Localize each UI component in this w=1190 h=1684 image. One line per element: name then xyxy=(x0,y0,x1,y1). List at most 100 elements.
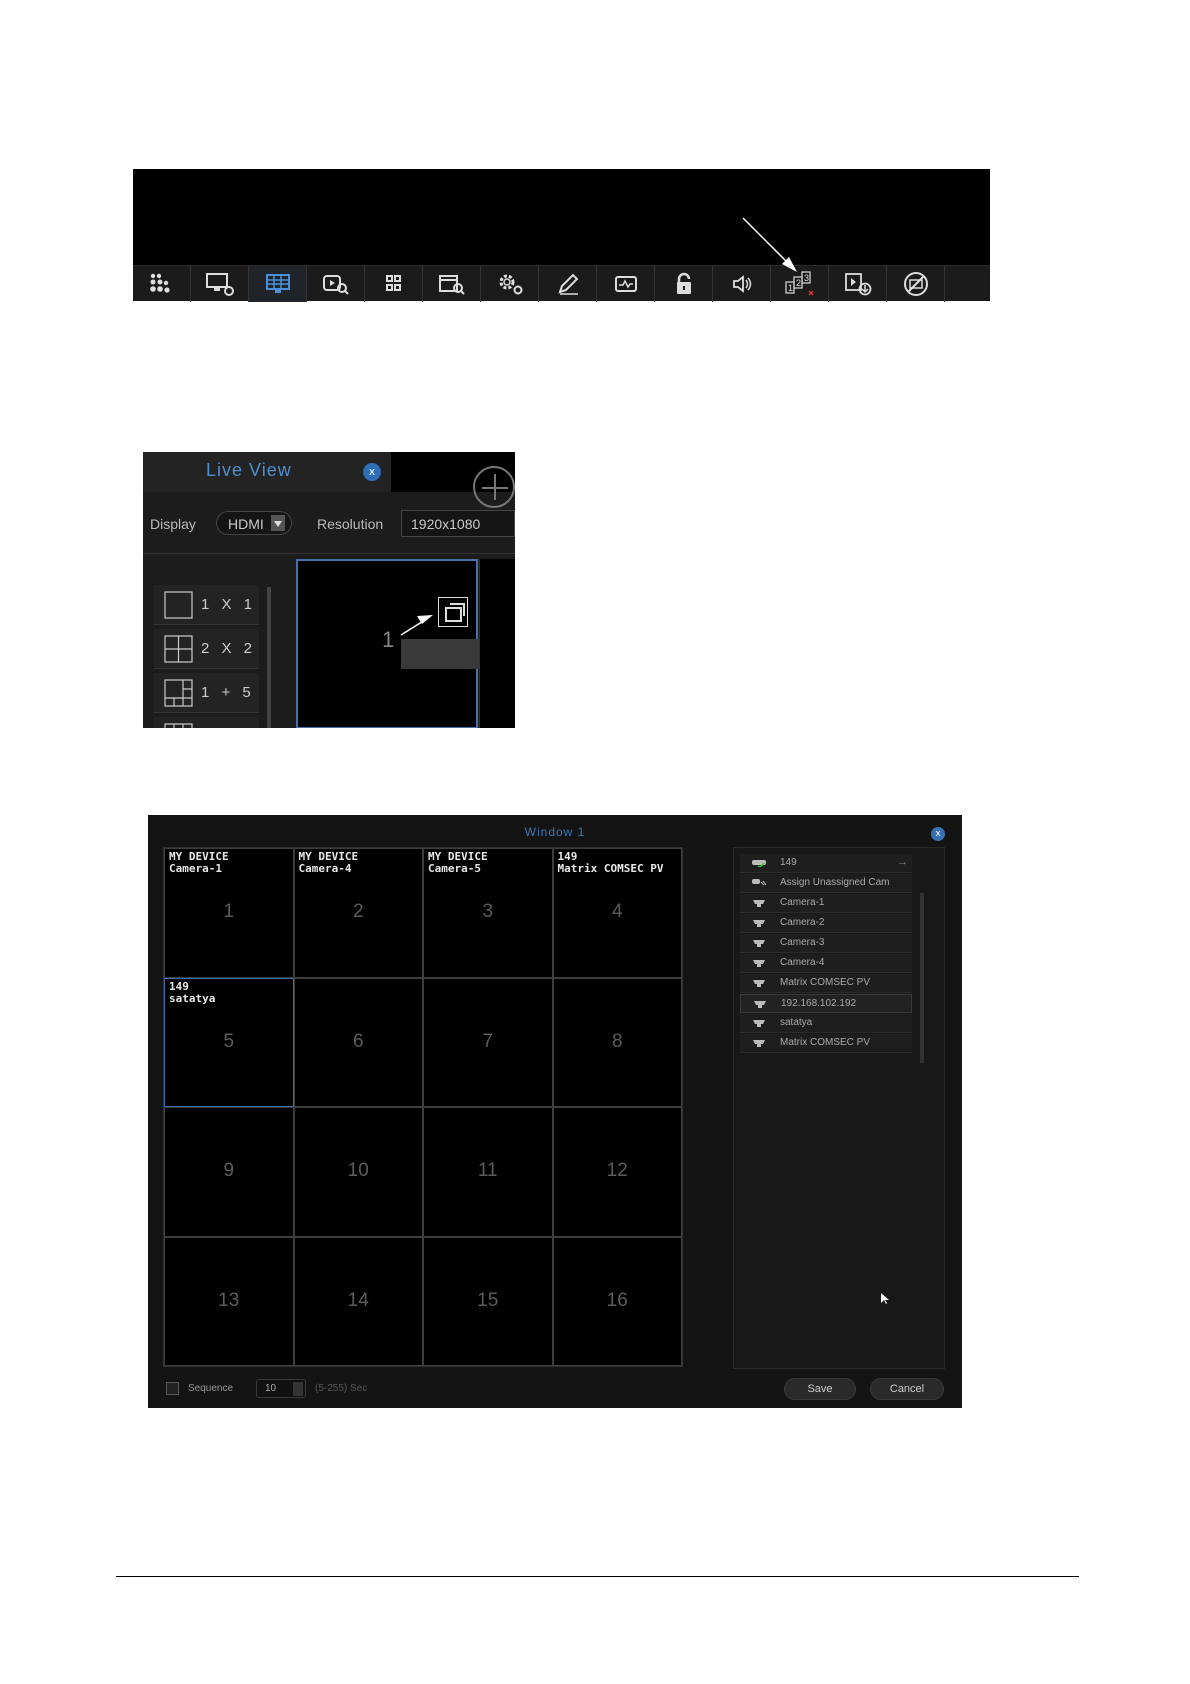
cell-number: 3 xyxy=(482,901,494,922)
resolution-label: Resolution xyxy=(317,516,384,532)
layout-scrollbar[interactable] xyxy=(267,587,271,728)
window-cell[interactable]: MY DEVICE Camera-5 3 xyxy=(423,848,553,978)
toolbar-playback-search[interactable] xyxy=(307,266,365,302)
sequence-range: (5-255) Sec xyxy=(315,1383,368,1394)
layout-more-icon xyxy=(164,723,193,728)
cell-number: 16 xyxy=(606,1289,628,1311)
camera-list-scrollbar[interactable] xyxy=(920,893,924,1063)
arrow-right-icon[interactable]: → xyxy=(897,856,908,868)
camera-list-item[interactable]: Matrix COMSEC PV xyxy=(740,974,912,993)
layout-label: 1 X 1 xyxy=(201,596,257,613)
window-footer: Sequence 10 (5-255) Sec Save Cancel xyxy=(148,1378,962,1400)
toolbar-lock[interactable] xyxy=(655,266,713,302)
sequence-interval-stepper[interactable]: 10 xyxy=(256,1379,306,1398)
window-cell[interactable]: MY DEVICE Camera-4 2 xyxy=(293,848,423,978)
add-icon[interactable] xyxy=(473,466,515,508)
resolution-field[interactable]: 1920x1080 xyxy=(401,510,515,537)
layout-more[interactable] xyxy=(154,717,259,728)
save-button[interactable]: Save xyxy=(784,1378,856,1400)
cell-number: 15 xyxy=(477,1289,499,1311)
close-icon[interactable]: x xyxy=(363,463,381,481)
main-toolbar: 123 xyxy=(133,265,990,302)
camera-icon xyxy=(753,900,765,907)
display-label: Display xyxy=(150,516,196,532)
window-cell[interactable]: 16 xyxy=(552,1236,682,1366)
live-tile-1[interactable]: 1 xyxy=(296,559,507,728)
window-cell[interactable]: 9 xyxy=(164,1107,294,1237)
sequence-label: Sequence xyxy=(188,1383,234,1394)
footer-rule xyxy=(116,1576,1079,1577)
toolbar-screenshot: 123 xyxy=(133,169,990,302)
assign-label: Assign Unassigned Cam xyxy=(780,877,890,888)
window-cell[interactable]: 7 xyxy=(423,977,553,1107)
camera-icon xyxy=(753,1040,765,1047)
camera-name: Camera-2 xyxy=(780,917,825,928)
window-cell[interactable]: 11 xyxy=(423,1107,553,1237)
tile-number: 1 xyxy=(382,627,395,652)
svg-text:2: 2 xyxy=(796,278,801,288)
window-cell[interactable]: 8 xyxy=(552,977,682,1107)
display-select[interactable]: HDMI xyxy=(216,511,292,535)
window-cell[interactable]: 6 xyxy=(293,977,423,1107)
camera-name: Camera-3 xyxy=(780,937,825,948)
live-view-screenshot: Live View x Display HDMI Resolution 1920… xyxy=(143,452,515,728)
layout-2x2[interactable]: 2 X 2 xyxy=(154,629,259,669)
matrix-logo-icon xyxy=(149,273,170,293)
cell-camera-name: Camera-4 xyxy=(298,862,352,875)
window-assign-icon[interactable] xyxy=(438,597,468,627)
toolbar-sequence[interactable]: 123 xyxy=(771,266,829,302)
camera-list-item[interactable]: Camera-1 xyxy=(740,894,912,913)
toolbar-edit[interactable] xyxy=(539,266,597,302)
camera-list-item[interactable]: 192.168.102.192 xyxy=(740,994,912,1013)
window-cell[interactable]: 12 xyxy=(552,1107,682,1237)
toolbar-logo[interactable] xyxy=(133,266,191,302)
window-cell[interactable]: 13 xyxy=(164,1236,294,1366)
toolbar-backup[interactable] xyxy=(829,266,887,302)
camera-list-item[interactable]: Camera-3 xyxy=(740,934,912,953)
window-cell[interactable]: 14 xyxy=(293,1236,423,1366)
window-cell[interactable]: 149 satatya 5 xyxy=(164,977,294,1107)
layout-1plus5[interactable]: 1 + 5 xyxy=(154,673,259,713)
live-tile-2[interactable] xyxy=(479,559,515,728)
toolbar-settings[interactable] xyxy=(481,266,539,302)
camera-icon xyxy=(753,920,765,927)
cell-camera-name: Camera-1 xyxy=(169,862,222,875)
camera-list-item[interactable]: satatya xyxy=(740,1014,912,1033)
dropdown-arrow-icon[interactable] xyxy=(271,515,285,531)
sequence-checkbox[interactable] xyxy=(166,1382,179,1395)
layout-list: 1 X 1 2 X 2 1 + 5 xyxy=(149,585,267,728)
cell-number: 1 xyxy=(223,901,235,922)
window-cell[interactable]: 15 xyxy=(423,1236,553,1366)
stepper-arrows-icon[interactable] xyxy=(293,1382,303,1396)
assign-unassigned-item[interactable]: Assign Unassigned Cam xyxy=(740,874,912,893)
cancel-button[interactable]: Cancel xyxy=(870,1378,944,1400)
toolbar-audio[interactable] xyxy=(713,266,771,302)
camera-list-item[interactable]: Camera-4 xyxy=(740,954,912,973)
toolbar-system-status[interactable] xyxy=(597,266,655,302)
camera-icon xyxy=(753,960,765,967)
camera-name: 192.168.102.192 xyxy=(781,998,857,1009)
toolbar-live-view[interactable] xyxy=(249,266,307,302)
window-cell[interactable]: 10 xyxy=(293,1107,423,1237)
window-cell[interactable]: MY DEVICE Camera-1 1 xyxy=(164,848,294,978)
camera-list-item[interactable]: Camera-2 xyxy=(740,914,912,933)
cell-camera-name: satatya xyxy=(169,991,216,1005)
layout-1x1[interactable]: 1 X 1 xyxy=(154,585,259,625)
cell-number: 7 xyxy=(482,1030,494,1052)
camera-name: Matrix COMSEC PV xyxy=(780,977,871,988)
cell-number: 6 xyxy=(352,1030,364,1052)
camera-list-item[interactable]: Matrix COMSEC PV xyxy=(740,1034,912,1053)
camera-icon xyxy=(753,980,765,987)
system-status-icon xyxy=(614,276,637,292)
toolbar-display-settings[interactable] xyxy=(191,266,249,302)
toolbar-stop-recording[interactable] xyxy=(887,266,945,302)
toolbar-layout[interactable] xyxy=(365,266,423,302)
close-icon[interactable]: x xyxy=(931,827,945,841)
toolbar-event-search[interactable] xyxy=(423,266,481,302)
window-cell[interactable]: 149 Matrix COMSEC PV 4 xyxy=(552,848,682,978)
sequence-icon: 123 xyxy=(784,271,814,296)
backup-icon xyxy=(844,273,871,296)
camera-name: Camera-4 xyxy=(780,957,825,968)
device-item[interactable]: 149 → xyxy=(740,854,912,873)
cell-number: 4 xyxy=(611,901,623,922)
